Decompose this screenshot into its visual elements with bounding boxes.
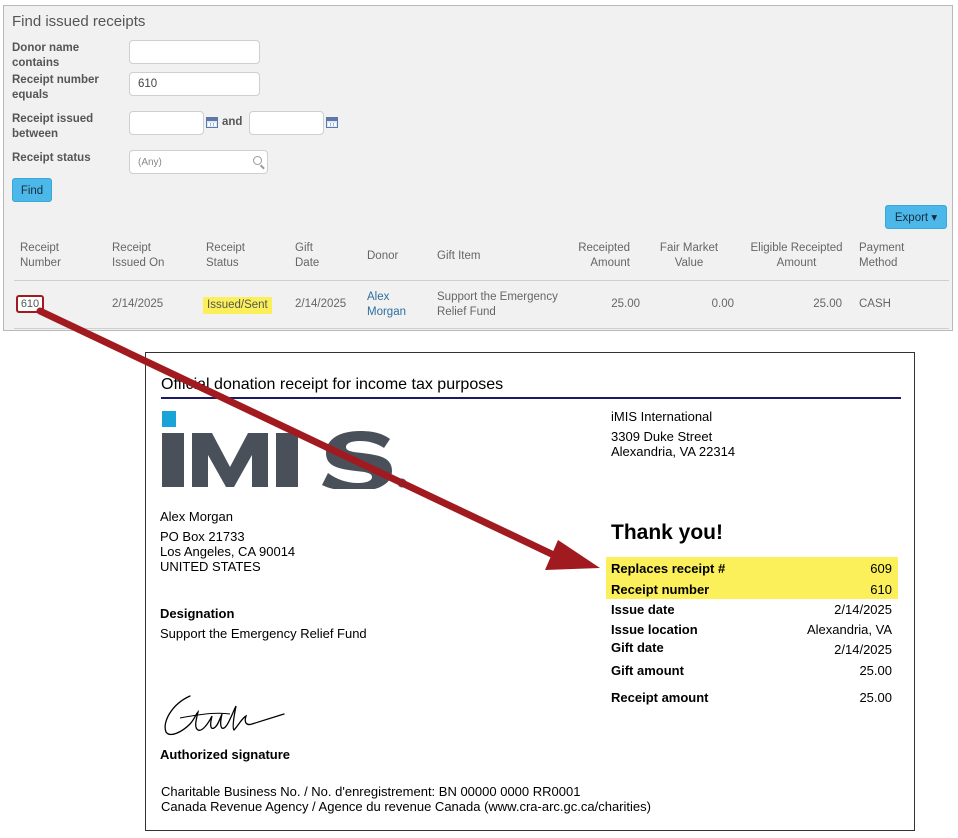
gift-amount-label: Gift amount (611, 663, 684, 678)
donor-city: Los Angeles, CA 90014 (160, 544, 296, 559)
issued-to-date-input[interactable] (249, 111, 324, 135)
replaces-receipt-value: 609 (870, 561, 892, 576)
col-donor[interactable]: Donor (367, 249, 398, 264)
calendar-icon[interactable] (326, 117, 338, 128)
col-eligible-amount[interactable]: Eligible Receipted Amount (749, 241, 844, 271)
row-divider (14, 328, 949, 329)
footer-business-number: Charitable Business No. / No. d'enregist… (161, 784, 581, 799)
header-divider (14, 280, 949, 281)
receipt-number-label: Receipt number equals (12, 74, 99, 101)
search-icon (253, 156, 262, 165)
org-city: Alexandria, VA 22314 (611, 444, 736, 459)
issued-between-label: Receipt issued between (12, 113, 94, 140)
issued-on-cell: 2/14/2025 (112, 298, 164, 310)
issue-date-value: 2/14/2025 (834, 602, 892, 617)
issued-from-date-input[interactable] (129, 111, 204, 135)
receipt-number-value: 610 (870, 582, 892, 597)
receipt-number-label: Receipt number (611, 582, 710, 597)
footer-agency: Canada Revenue Agency / Agence du revenu… (161, 799, 651, 814)
donor-name: Alex Morgan (160, 509, 233, 524)
receipt-status-select[interactable]: (Any) (129, 150, 268, 174)
gift-date-label: Gift date (611, 640, 664, 655)
donor-name-label: Donor name contains (12, 42, 80, 69)
signature-image (164, 695, 285, 736)
and-label: and (222, 116, 243, 128)
donor-street: PO Box 21733 (160, 529, 245, 544)
receipt-number-cell[interactable]: 610 (16, 295, 44, 313)
title-rule (161, 397, 901, 399)
receipt-amount-label: Receipt amount (611, 690, 709, 705)
receipt-amount-value: 25.00 (859, 690, 892, 705)
org-name: iMIS International (611, 409, 713, 424)
fair-market-value-cell: 0.00 (711, 298, 734, 310)
gift-date-cell: 2/14/2025 (295, 298, 347, 310)
export-button[interactable]: Export ▾ (885, 205, 947, 229)
donation-receipt: Official donation receipt for income tax… (145, 352, 915, 831)
col-payment-method[interactable]: Payment Method (859, 241, 919, 271)
panel-title: Find issued receipts (12, 13, 146, 30)
col-receipt-number[interactable]: Receipt Number (20, 241, 80, 271)
calendar-icon[interactable] (206, 117, 218, 128)
col-gift-date[interactable]: Gift Date (295, 241, 335, 271)
receipt-status-value: (Any) (138, 157, 162, 168)
gift-date-value: 2/14/2025 (834, 642, 892, 657)
col-issued-on[interactable]: Receipt Issued On (112, 241, 182, 271)
imis-logo (162, 411, 407, 489)
issue-date-label: Issue date (611, 602, 675, 617)
receipt-number-input[interactable]: 610 (129, 72, 260, 96)
col-gift-item[interactable]: Gift Item (437, 249, 480, 264)
designation-label: Designation (160, 606, 235, 621)
find-issued-receipts-panel: Find issued receipts Donor name contains… (3, 5, 953, 331)
donor-country: UNITED STATES (160, 559, 261, 574)
status-badge: Issued/Sent (203, 297, 272, 314)
payment-method-cell: CASH (859, 298, 891, 310)
donor-link[interactable]: Alex Morgan (367, 290, 417, 320)
donor-name-input[interactable] (129, 40, 260, 64)
gift-item-cell: Support the Emergency Relief Fund (437, 291, 558, 318)
col-receipted-amount[interactable]: Receipted Amount (562, 241, 630, 271)
col-status[interactable]: Receipt Status (206, 241, 256, 271)
designation-value: Support the Emergency Relief Fund (160, 626, 367, 641)
receipt-title: Official donation receipt for income tax… (161, 376, 504, 393)
eligible-amount-cell: 25.00 (813, 298, 842, 310)
issue-location-label: Issue location (611, 622, 698, 637)
replaces-receipt-label: Replaces receipt # (611, 561, 726, 576)
org-street: 3309 Duke Street (611, 429, 713, 444)
signature-label: Authorized signature (160, 747, 291, 762)
thank-you-heading: Thank you! (611, 521, 724, 544)
find-button[interactable]: Find (12, 178, 52, 202)
receipt-status-label: Receipt status (12, 152, 91, 164)
gift-amount-value: 25.00 (859, 663, 892, 678)
receipted-amount-cell: 25.00 (611, 298, 640, 310)
col-fair-market-value[interactable]: Fair Market Value (649, 241, 729, 271)
issue-location-value: Alexandria, VA (806, 622, 892, 637)
